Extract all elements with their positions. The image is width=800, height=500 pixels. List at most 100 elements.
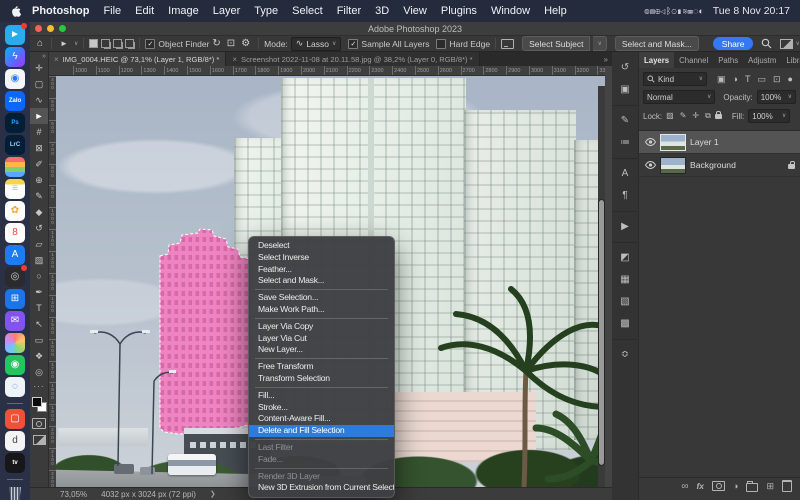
dock-search-app-icon[interactable]: ◌ [5,377,25,397]
context-menu-item[interactable]: Stroke... [249,402,394,414]
document-tab[interactable]: × Screenshot 2022-11-08 at 20.11.58.jpg … [226,52,479,66]
intersect-selection-mode-button[interactable] [125,39,134,48]
link-layers-icon[interactable]: ∞ [681,481,688,492]
context-menu-item[interactable]: Make Work Path... [249,304,394,316]
document-tab[interactable]: × IMG_0004.HEIC @ 73,1% (Layer 1, RGB/8*… [48,52,226,66]
foreground-color-swatch[interactable] [32,397,42,407]
gradient-tool[interactable]: ▨ [30,252,48,268]
sample-all-layers-checkbox[interactable]: ✓ Sample All Layers [348,39,429,49]
canvas-vertical-scrollbar[interactable] [598,86,605,487]
healing-brush-tool[interactable]: ⊕ [30,172,48,188]
dock-green-app-icon[interactable]: ◉ [5,355,25,375]
lock-transparency-icon[interactable]: ▨ [666,112,674,120]
brush-settings-panel-icon[interactable]: ✎ [615,111,635,130]
menubar-item[interactable]: Image [161,5,206,17]
adjustments-panel-icon[interactable]: ≎ [615,345,635,364]
context-menu-item[interactable]: New 3D Extrusion from Current Selection [249,482,394,494]
select-and-mask-button[interactable]: Select and Mask... [615,36,699,51]
context-menu-item[interactable]: Select and Mask... [249,275,394,287]
libraries-panel-icon[interactable]: ▣ [615,80,635,99]
dock-tv-app-icon[interactable]: ▢ [5,409,25,429]
scrollbar-thumb[interactable] [599,200,604,465]
swatches-panel-icon[interactable]: ◩ [615,248,635,267]
share-button[interactable]: Share [713,37,754,50]
crop-tool[interactable]: # [30,124,48,140]
home-icon[interactable]: ⌂ [37,39,43,49]
context-menu-item[interactable]: Save Selection... [249,292,394,304]
menubar-item[interactable]: File [96,5,128,17]
dock-d-app-icon[interactable]: d [5,431,25,451]
new-layer-icon[interactable]: ⊞ [766,481,774,492]
lock-artboard-icon[interactable]: ⧉ [705,112,711,120]
dock-notes-icon[interactable]: ≡ [5,179,25,199]
context-menu-item[interactable]: Select Inverse [249,252,394,264]
context-menu-item[interactable] [249,466,394,471]
color-swatches[interactable] [31,396,47,412]
lock-move-icon[interactable]: ✛ [692,112,699,120]
clone-stamp-tool[interactable]: ◆ [30,204,48,220]
history-panel-icon[interactable]: ↺ [615,58,635,77]
context-menu-item[interactable]: Fill... [249,390,394,402]
refresh-icon[interactable]: ↻ [212,39,220,49]
current-tool-badge[interactable]: ► ∨ [57,40,78,48]
layer-thumbnail[interactable] [661,135,685,150]
add-layer-mask-icon[interactable] [712,481,725,491]
layer-style-fx-button[interactable]: fx [696,481,704,491]
zoom-tool[interactable]: ◎ [30,364,48,380]
status-chevron-icon[interactable]: ❯ [210,491,216,498]
context-menu-item[interactable]: Content-Aware Fill... [249,413,394,425]
panel-tab[interactable]: Layers [639,52,674,68]
menubar-item[interactable]: Window [484,5,537,17]
layer-visibility-eye-icon[interactable] [644,138,656,146]
dock-telegram-icon[interactable]: ► [5,25,25,45]
menubar-item[interactable]: View [396,5,434,17]
filter-shape-layers-icon[interactable]: ▭ [757,75,766,84]
tablet-pressure-icon[interactable] [501,39,514,49]
shapes-panel-icon[interactable]: ▩ [615,314,635,333]
tab-overflow-icon[interactable]: » [600,52,612,66]
object-selection-tool[interactable]: ► [30,108,48,124]
type-tool[interactable]: T [30,300,48,316]
context-menu-item[interactable]: Deselect [249,240,394,252]
dock-app-store-icon[interactable]: A [5,245,25,265]
object-finder-checkbox[interactable]: ✓ Object Finder [145,39,209,49]
eraser-tool[interactable]: ▱ [30,236,48,252]
blur-tool[interactable]: ○ [30,268,48,284]
panel-tab[interactable]: Librarie: [781,52,800,68]
dock-photos-icon[interactable]: ✿ [5,201,25,221]
network-icon[interactable]: ⊕ [655,6,660,16]
timeline-panel-icon[interactable]: ▶ [615,217,635,236]
history-brush-tool[interactable]: ↺ [30,220,48,236]
select-subject-button[interactable]: Select Subject [522,36,590,51]
screen-record-icon[interactable]: ⊙ [671,6,676,16]
brush-tool[interactable]: ✎ [30,188,48,204]
pen-tool[interactable]: ✒ [30,284,48,300]
screen-mode-icon[interactable] [780,39,793,49]
layer-row[interactable]: Background [639,154,800,177]
wifi-icon[interactable]: ≋ [682,6,687,16]
lasso-tool[interactable]: ∿ [30,92,48,108]
blend-mode-select[interactable]: Normal ∨ [643,90,715,104]
paragraph-panel-icon[interactable]: ¶ [615,186,635,205]
dock-lens-app-icon[interactable]: ◎ [5,267,25,287]
dock-stripes-app-icon[interactable] [5,157,25,177]
context-menu-item[interactable]: Fade... [249,454,394,466]
layer-visibility-eye-icon[interactable] [644,161,656,169]
menubar-item[interactable]: Edit [128,5,161,17]
filter-adjustment-layers-icon[interactable]: ◑ [733,75,738,84]
layer-filter-kind-select[interactable]: Kind ∨ [643,72,707,86]
patterns-panel-icon[interactable]: ▦ [615,270,635,289]
dock-messenger-icon[interactable]: ϟ [5,47,25,67]
move-tool[interactable]: ✛ [30,60,48,76]
context-menu-item[interactable]: Feather... [249,264,394,276]
dock-trash-icon[interactable] [5,485,25,500]
gradients-panel-icon[interactable]: ▧ [615,292,635,311]
context-menu-item[interactable]: Layer Via Copy [249,321,394,333]
context-menu-item[interactable]: Last Filter [249,442,394,454]
context-menu-item[interactable]: Layer Via Cut [249,333,394,345]
context-menu-item[interactable] [249,385,394,390]
delete-layer-icon[interactable] [782,480,792,492]
lock-all-icon[interactable] [715,114,722,119]
screen-mode-toggle-icon[interactable] [33,435,46,445]
filter-type-layers-icon[interactable]: T [745,75,751,84]
